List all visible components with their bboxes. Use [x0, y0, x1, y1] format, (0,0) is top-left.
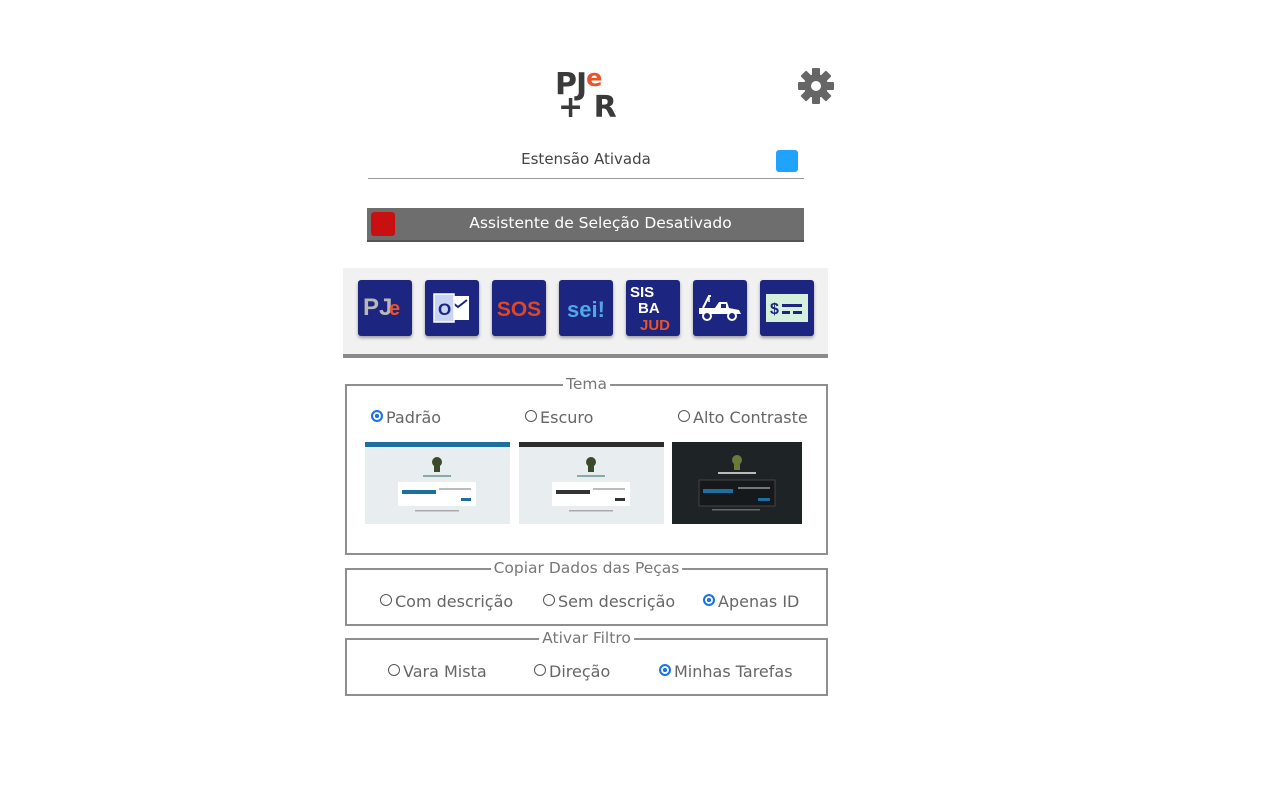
filter-direction-radio[interactable]: [534, 663, 546, 676]
logo-e: e: [586, 64, 602, 92]
copy-with-description-option[interactable]: Com descrição: [380, 592, 513, 611]
copy-with-description-label: Com descrição: [395, 592, 514, 611]
sisbajud-line-1: SIS: [630, 284, 654, 301]
sisbajud-line-2: BA: [638, 300, 660, 317]
sei-glyph: sei!: [567, 297, 605, 322]
theme-fieldset: Tema Padrão Escuro Alto Contraste: [345, 375, 828, 555]
copy-with-description-radio[interactable]: [380, 593, 392, 606]
filter-my-tasks-radio[interactable]: [659, 663, 671, 676]
outlook-icon: O: [433, 293, 469, 323]
copy-without-description-option[interactable]: Sem descrição: [543, 592, 675, 611]
sos-icon: SOS: [497, 298, 541, 321]
copy-data-legend: Copiar Dados das Peças: [347, 559, 826, 577]
filter-direction-label: Direção: [549, 662, 611, 681]
extension-toggle-label: Estensão Ativada: [521, 150, 651, 168]
theme-default-label: Padrão: [386, 408, 442, 427]
filter-mixed-court-option[interactable]: Vara Mista: [388, 662, 487, 681]
selection-assistant-toggle[interactable]: Assistente de Seleção Desativado: [367, 208, 804, 242]
payment-slip-glyph: $: [770, 301, 779, 318]
theme-high-contrast-preview[interactable]: [672, 442, 802, 524]
filter-direction-option[interactable]: Direção: [534, 662, 610, 681]
pje-icon: PJ e: [363, 294, 400, 321]
copy-without-description-radio[interactable]: [543, 593, 555, 606]
pje-r-logo: PJe + R: [552, 62, 622, 126]
filter-my-tasks-label: Minhas Tarefas: [674, 662, 793, 681]
filter-legend: Ativar Filtro: [347, 629, 826, 647]
tow-truck-app-button[interactable]: [693, 280, 747, 336]
theme-default-radio[interactable]: [371, 409, 383, 422]
filter-mixed-court-label: Vara Mista: [403, 662, 487, 681]
logo-plus-r: + R: [558, 90, 617, 125]
selection-assistant-checkbox[interactable]: [371, 212, 395, 236]
gear-icon[interactable]: [796, 66, 836, 106]
sei-icon: sei!: [567, 297, 605, 322]
filter-my-tasks-option[interactable]: Minhas Tarefas: [659, 662, 793, 681]
copy-data-fieldset: Copiar Dados das Peças Com descrição Sem…: [345, 559, 828, 626]
theme-option-high-contrast[interactable]: Alto Contraste: [678, 408, 808, 427]
sos-glyph: SOS: [497, 298, 541, 321]
copy-id-only-label: Apenas ID: [718, 592, 800, 611]
svg-text:PJ: PJ: [363, 294, 392, 321]
sei-app-button[interactable]: sei!: [559, 280, 613, 336]
payment-slip-app-button[interactable]: $: [760, 280, 814, 336]
theme-legend: Tema: [347, 375, 826, 393]
outlook-glyph: O: [438, 300, 451, 319]
extension-toggle-checkbox[interactable]: [776, 150, 798, 172]
sisbajud-app-button[interactable]: SIS BA JUD: [626, 280, 680, 336]
theme-option-dark[interactable]: Escuro: [525, 408, 593, 427]
app-shortcuts-bar: PJ e O SOS sei! SIS BA JUD $: [343, 268, 828, 358]
copy-without-description-label: Sem descrição: [558, 592, 676, 611]
theme-dark-label: Escuro: [540, 408, 594, 427]
theme-dark-radio[interactable]: [525, 409, 537, 422]
copy-id-only-option[interactable]: Apenas ID: [703, 592, 799, 611]
theme-option-default[interactable]: Padrão: [371, 408, 441, 427]
outlook-app-button[interactable]: O: [425, 280, 479, 336]
selection-assistant-label: Assistente de Seleção Desativado: [469, 214, 732, 232]
sisbajud-line-3: JUD: [640, 317, 670, 334]
payment-slip-icon: $: [766, 294, 808, 322]
filter-fieldset: Ativar Filtro Vara Mista Direção Minhas …: [345, 629, 828, 696]
copy-id-only-radio[interactable]: [703, 593, 715, 606]
sisbajud-icon: SIS BA JUD: [630, 284, 670, 334]
sos-app-button[interactable]: SOS: [492, 280, 546, 336]
filter-mixed-court-radio[interactable]: [388, 663, 400, 676]
theme-default-preview[interactable]: [365, 442, 510, 524]
svg-text:e: e: [389, 298, 400, 320]
theme-dark-preview[interactable]: [519, 442, 664, 524]
theme-high-contrast-label: Alto Contraste: [693, 408, 808, 427]
tow-truck-icon: [699, 295, 741, 321]
pje-app-button[interactable]: PJ e: [358, 280, 412, 336]
extension-toggle-row: Estensão Ativada: [368, 146, 804, 179]
theme-high-contrast-radio[interactable]: [678, 409, 690, 422]
